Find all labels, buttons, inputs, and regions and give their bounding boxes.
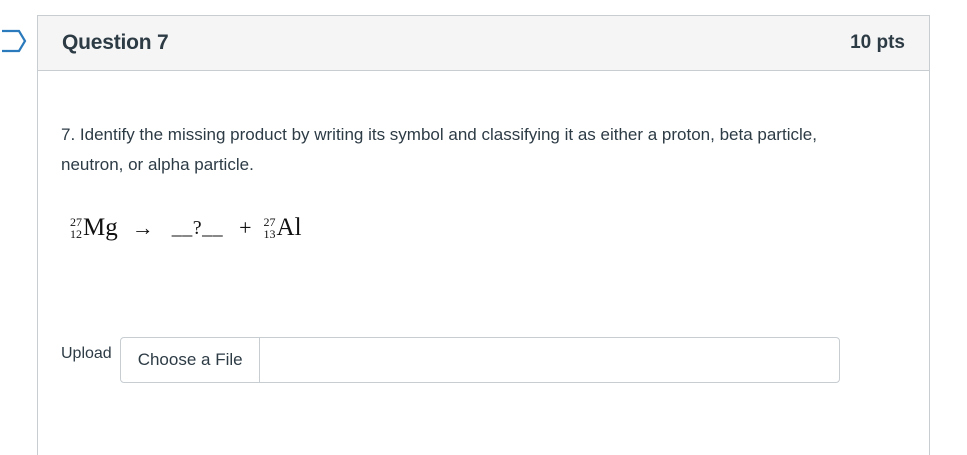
reactant-symbol: Mg: [83, 214, 118, 241]
plus-sign: +: [239, 215, 252, 240]
product-symbol: Al: [276, 214, 302, 241]
reaction-arrow: →: [131, 215, 154, 240]
reactant-atomic-number: 12: [70, 227, 82, 241]
question-title: Question 7: [62, 31, 169, 54]
file-upload-input[interactable]: Choose a File: [119, 337, 840, 383]
product-atomic-number: 13: [263, 227, 276, 241]
choose-file-button[interactable]: Choose a File: [120, 338, 260, 382]
upload-row: Upload Choose a File: [61, 337, 840, 383]
question-card: Question 7 10 pts 7. Identify the missin…: [37, 15, 930, 455]
selected-file-name: [260, 338, 839, 382]
flag-question-icon[interactable]: [0, 29, 28, 53]
nuclear-equation-image: 27 12 Mg → __?__ + 27 13 Al: [70, 214, 302, 254]
question-points: 10 pts: [850, 32, 905, 53]
product-nuclide: 27 13 Al: [264, 214, 302, 242]
missing-product-blank: __?__: [171, 216, 224, 239]
upload-label: Upload: [61, 345, 112, 362]
reactant-nuclide: 27 12 Mg: [70, 214, 118, 242]
question-text: 7. Identify the missing product by writi…: [61, 125, 817, 174]
question-header: Question 7 10 pts: [38, 16, 929, 71]
